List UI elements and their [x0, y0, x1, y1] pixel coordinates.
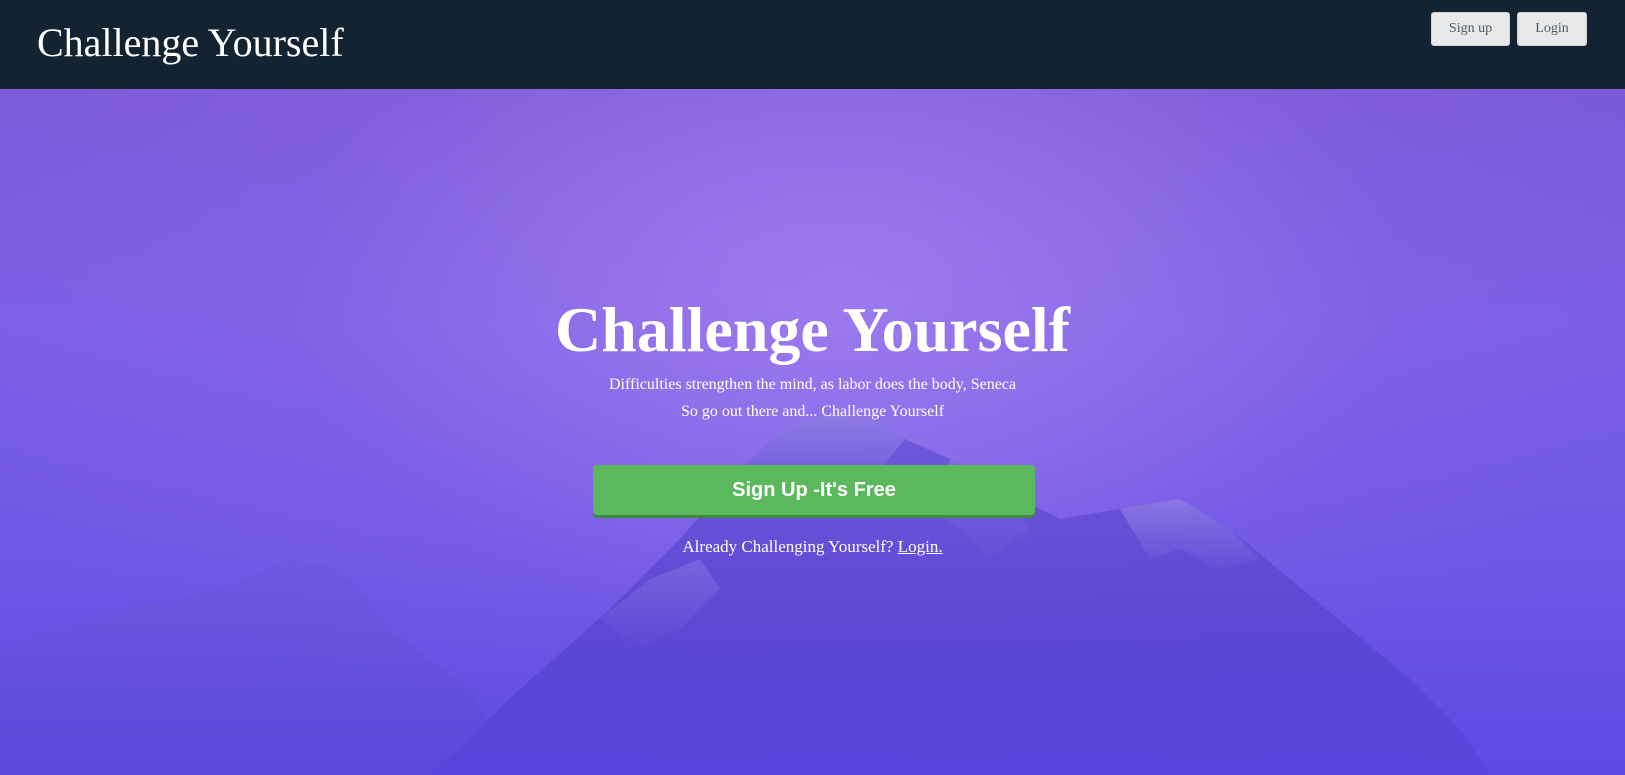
already-member-text: Already Challenging Yourself? Login. — [0, 535, 1625, 559]
top-navbar: Challenge Yourself Sign up Login — [0, 0, 1625, 89]
hero-title: Challenge Yourself — [555, 294, 1070, 365]
login-link[interactable]: Login. — [898, 537, 943, 556]
mountain-background-image — [0, 414, 1490, 775]
hero-quote: Difficulties strengthen the mind, as lab… — [608, 376, 1016, 393]
signup-free-button[interactable]: Sign Up -It's Free — [593, 465, 1035, 515]
already-challenging-label: Already Challenging Yourself? — [682, 537, 894, 556]
nav-login-button[interactable]: Login — [1517, 12, 1587, 46]
hero-tagline: So go out there and... Challenge Yoursel… — [680, 403, 945, 420]
hero-section: Challenge Yourself Difficulties strength… — [0, 89, 1625, 775]
nav-signup-button[interactable]: Sign up — [1431, 12, 1510, 46]
brand-logo-text[interactable]: Challenge Yourself — [37, 18, 344, 68]
